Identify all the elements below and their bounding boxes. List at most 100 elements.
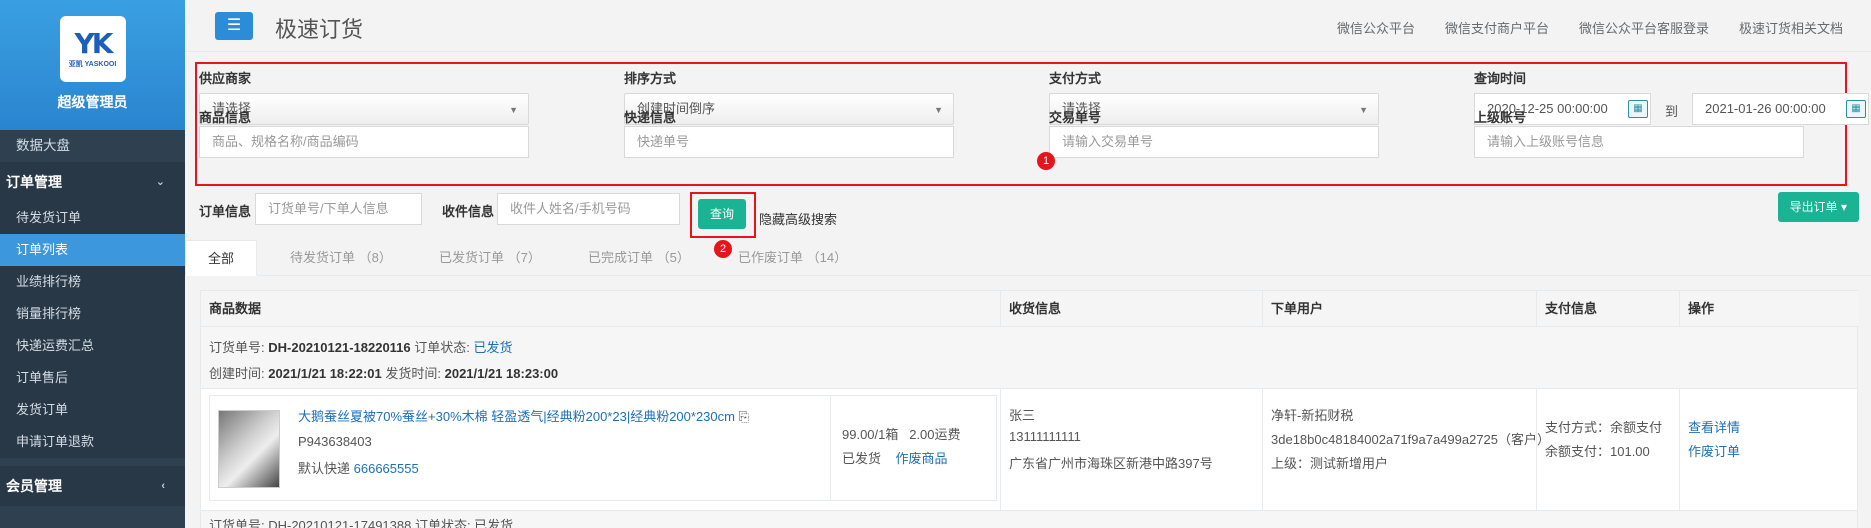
header-receiver: 收货信息 (1001, 291, 1263, 327)
page-title: 极速订货 (275, 17, 364, 42)
logo-mark: YK (74, 27, 114, 60)
order-no-label: 订货单号: (209, 340, 265, 355)
orders-table: 商品数据 收货信息 下单用户 支付信息 操作 订货单号: DH-20210121… (200, 290, 1859, 528)
order-row: 大鹅蚕丝夏被70%蚕丝+30%木棉 轻盈透气|经典粉200*23|经典粉200*… (201, 389, 1857, 511)
customer-cell: 净轩-新拓财税 3de18b0c48184002a71f9a7a499a2725… (1263, 389, 1550, 511)
order-tabs: 全部 待发货订单 （8） 已发货订单 （7） 已完成订单 （5） 已作废订单 （… (185, 236, 1871, 276)
sidebar: YK 亚凯 YASKOOI 超级管理员 数据大盘 订单管理 ⌄ 待发货订单 订单… (0, 0, 185, 528)
sidebar-item-volume-rank[interactable]: 销量排行榜 (0, 298, 185, 330)
payment-cell: 支付方式：余额支付 余额支付：101.00 (1537, 389, 1680, 511)
top-bar: ☰ 极速订货 微信公众平台 微信支付商户平台 微信公众平台客服登录 极速订货相关… (185, 0, 1871, 52)
query-button[interactable]: 查询 (698, 199, 746, 229)
link-wechat-support[interactable]: 微信公众平台客服登录 (1579, 18, 1709, 37)
receiver-info-input[interactable]: 收件人姓名/手机号码 (497, 193, 680, 225)
date-range-separator: 到 (1665, 104, 1679, 119)
customer-id: 3de18b0c48184002a71f9a7a499a2725（客户） (1271, 432, 1551, 447)
tab-voided[interactable]: 已作废订单 （14） (716, 240, 869, 276)
sidebar-item-after-sales[interactable]: 订单售后 (0, 362, 185, 394)
calendar-icon[interactable]: ▦ (1846, 100, 1866, 118)
payment-method: 支付方式：余额支付 (1545, 420, 1663, 435)
created-label: 创建时间: (209, 366, 265, 381)
sidebar-header: YK 亚凯 YASKOOI 超级管理员 (0, 0, 185, 130)
tab-pending[interactable]: 待发货订单 （8） (268, 240, 414, 276)
annotation-badge-1: 1 (1037, 152, 1055, 170)
sidebar-item-shipped-orders[interactable]: 发货订单 (0, 394, 185, 426)
ship-state: 已发货 (842, 451, 882, 466)
actions-cell: 查看详情 作废订单 (1680, 389, 1859, 511)
copy-icon[interactable]: ⎘ (739, 409, 749, 424)
goods-cell: 大鹅蚕丝夏被70%蚕丝+30%木棉 轻盈透气|经典粉200*23|经典粉200*… (201, 389, 1001, 511)
express-info: 默认快递 666665555 (298, 458, 419, 477)
goods-input[interactable]: 商品、规格名称/商品编码 (199, 126, 529, 158)
header-payment: 支付信息 (1537, 291, 1680, 327)
link-wechat-official[interactable]: 微信公众平台 (1337, 18, 1415, 37)
sidebar-group-members[interactable]: 会员管理 ‹ (0, 466, 185, 506)
product-code: P943638403 (298, 434, 372, 449)
sort-label: 排序方式 (624, 71, 677, 86)
export-orders-button[interactable]: 导出订单 ▾ (1777, 192, 1859, 222)
query-time-label: 查询时间 (1474, 71, 1527, 86)
payment-amount: 余额支付：101.00 (1545, 444, 1650, 459)
order-no: DH-20210121-18220116 (268, 340, 411, 355)
sidebar-group-members-label: 会员管理 (6, 478, 62, 494)
order-header: 订货单号: DH-20210121-18220116 订单状态: 已发货 创建时… (201, 327, 1857, 389)
trade-no-input[interactable]: 请输入交易单号 (1049, 126, 1379, 158)
brand-logo: YK 亚凯 YASKOOI (59, 16, 126, 82)
sidebar-item-freight-summary[interactable]: 快递运费汇总 (0, 330, 185, 362)
sidebar-item-refund[interactable]: 申请订单退款 (0, 426, 185, 458)
parent-account-label: 上级账号 (1474, 110, 1527, 125)
top-links: 微信公众平台 微信支付商户平台 微信公众平台客服登录 极速订货相关文档 (1337, 18, 1843, 37)
receiver-cell: 张三 13111111111 广东省广州市海珠区新港中路397号 (1001, 389, 1263, 511)
order-info-input[interactable]: 订货单号/下单人信息 (255, 193, 422, 225)
caret-down-icon: ▼ (934, 105, 943, 115)
end-date-input[interactable]: 2021-01-26 00:00:00 ▦ (1692, 93, 1869, 125)
receiver-name: 张三 (1009, 408, 1036, 423)
freight: 2.00运费 (909, 427, 961, 442)
sidebar-item-dashboard[interactable]: 数据大盘 (0, 130, 185, 162)
express-label: 默认快递 (298, 461, 351, 476)
void-order-link[interactable]: 作废订单 (1688, 441, 1740, 460)
tab-shipped[interactable]: 已发货订单 （7） (417, 240, 563, 276)
caret-down-icon: ▼ (509, 105, 518, 115)
sidebar-item-sales-rank[interactable]: 业绩排行榜 (0, 266, 185, 298)
ship-state-line: 已发货 作废商品 (842, 448, 947, 467)
caret-down-icon: ▼ (1359, 105, 1368, 115)
link-wechat-pay[interactable]: 微信支付商户平台 (1445, 18, 1549, 37)
next-order-header: 订货单号: DH-20210121-17491388 订单状态: 已发货 (201, 511, 1857, 528)
order-status-label: 订单状态: (414, 340, 470, 355)
calendar-icon[interactable]: ▦ (1628, 100, 1648, 118)
goods-label: 商品信息 (199, 110, 252, 125)
sidebar-group-orders[interactable]: 订单管理 ⌄ (0, 162, 185, 202)
view-details-link[interactable]: 查看详情 (1688, 417, 1740, 436)
header-goods: 商品数据 (201, 291, 1001, 327)
tab-completed[interactable]: 已完成订单 （5） (566, 240, 712, 276)
hide-advanced-search-link[interactable]: 隐藏高级搜索 (759, 209, 837, 228)
receiver-address: 广东省广州市海珠区新港中路397号 (1009, 456, 1213, 471)
price: 99.00/1箱 (842, 427, 899, 442)
user-role[interactable]: 超级管理员 (58, 92, 128, 112)
express-number-link[interactable]: 666665555 (354, 461, 419, 476)
hamburger-icon: ☰ (226, 17, 242, 34)
header-actions: 操作 (1680, 291, 1859, 327)
sidebar-item-pending[interactable]: 待发货订单 (0, 202, 185, 234)
tab-all[interactable]: 全部 (185, 240, 258, 276)
express-label: 快递信息 (624, 110, 677, 125)
menu-toggle-button[interactable]: ☰ (215, 12, 253, 40)
next-order-number-line: 订货单号: DH-20210121-17491388 订单状态: 已发货 (209, 518, 514, 528)
price-line: 99.00/1箱 2.00运费 (842, 424, 961, 443)
parent-account-input[interactable]: 请输入上级账号信息 (1474, 126, 1804, 158)
product-title-link[interactable]: 大鹅蚕丝夏被70%蚕丝+30%木棉 轻盈透气|经典粉200*23|经典粉200*… (298, 406, 749, 425)
receiver-phone: 13111111111 (1009, 429, 1081, 444)
receiver-info-label: 收件信息 (442, 204, 495, 219)
product-image[interactable] (218, 410, 280, 488)
created-time: 2021/1/21 18:22:01 (268, 366, 382, 381)
chevron-down-icon: ⌄ (155, 176, 165, 188)
link-docs[interactable]: 极速订货相关文档 (1739, 18, 1843, 37)
shipped-time: 2021/1/21 18:23:00 (444, 366, 559, 381)
product-card: 大鹅蚕丝夏被70%蚕丝+30%木棉 轻盈透气|经典粉200*23|经典粉200*… (209, 395, 997, 501)
customer-parent: 上级：测试新增用户 (1271, 456, 1389, 471)
void-goods-link[interactable]: 作废商品 (895, 451, 947, 466)
express-input[interactable]: 快递单号 (624, 126, 954, 158)
product-title: 大鹅蚕丝夏被70%蚕丝+30%木棉 轻盈透气|经典粉200*23|经典粉200*… (298, 409, 735, 424)
sidebar-item-order-list[interactable]: 订单列表 (0, 234, 185, 266)
